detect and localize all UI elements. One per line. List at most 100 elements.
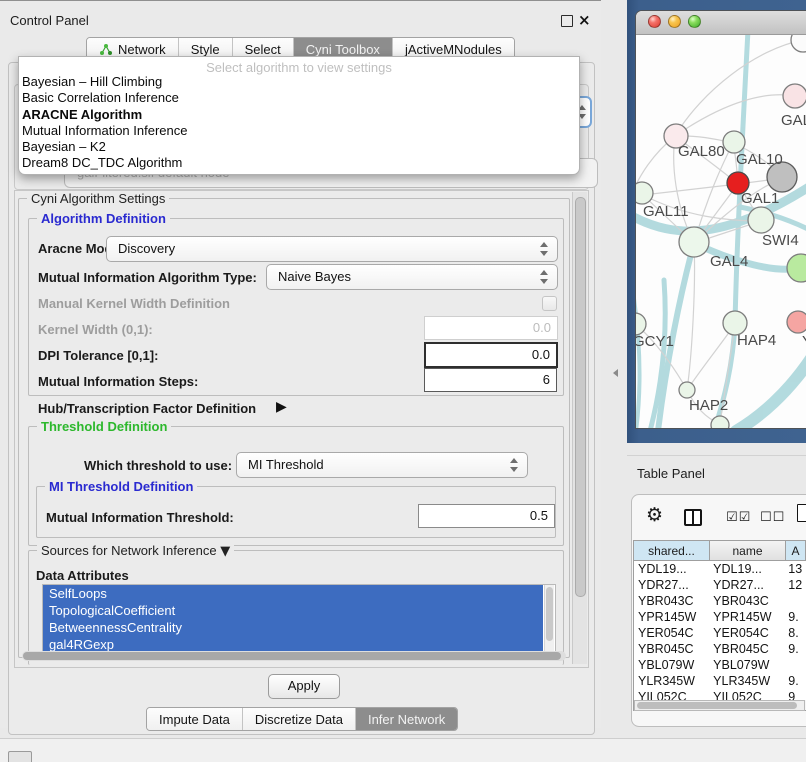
- sources-title-text: Sources for Network Inference: [41, 543, 217, 558]
- tab-style-label: Style: [191, 42, 220, 57]
- node-gal11[interactable]: [636, 182, 653, 204]
- panel-splitter-handle[interactable]: [613, 369, 618, 377]
- node-unlabeled[interactable]: [791, 35, 806, 52]
- manual-kernel-label: Manual Kernel Width Definition: [38, 296, 230, 311]
- kernel-width-input[interactable]: 0.0: [424, 316, 558, 340]
- select-all-columns-icon[interactable]: ☑☑: [726, 510, 751, 525]
- aracne-mode-value: Discovery: [118, 241, 175, 256]
- status-strip: [0, 738, 806, 762]
- cyni-algorithm-settings-title: Cyni Algorithm Settings: [27, 191, 169, 206]
- hub-expand-icon[interactable]: ▶: [276, 399, 287, 415]
- tab-infer-network-label: Infer Network: [368, 712, 445, 727]
- zoom-traffic-light-icon[interactable]: [688, 15, 701, 28]
- which-threshold-select[interactable]: MI Threshold: [236, 452, 528, 478]
- mi-threshold-input[interactable]: 0.5: [418, 504, 555, 528]
- label-gal10: GAL10: [736, 151, 783, 168]
- dropdown-item-dream8[interactable]: Dream8 DC_TDC Algorithm: [19, 155, 579, 171]
- label-hap4: HAP4: [737, 332, 776, 349]
- combo-arrows-icon: [540, 242, 549, 256]
- tab-impute-data[interactable]: Impute Data: [147, 708, 242, 730]
- tab-discretize-data-label: Discretize Data: [255, 712, 343, 727]
- dpi-tolerance-label: DPI Tolerance [0,1]:: [38, 348, 158, 363]
- tab-infer-network[interactable]: Infer Network: [355, 708, 457, 730]
- tab-discretize-data[interactable]: Discretize Data: [242, 708, 355, 730]
- label-gal1: GAL1: [741, 190, 779, 207]
- which-threshold-label: Which threshold to use:: [84, 458, 232, 473]
- bottom-stub-button[interactable]: [8, 751, 32, 762]
- tab-select-label: Select: [245, 42, 281, 57]
- dropdown-item-aracne[interactable]: ARACNE Algorithm: [19, 107, 579, 123]
- network-view-window: GAL GAL80 GAL10 GAL1 GAL11 SWI4 GAL4 GCY…: [635, 10, 806, 429]
- bottom-tabbar: Impute Data Discretize Data Infer Networ…: [146, 707, 458, 731]
- threshold-definition-title: Threshold Definition: [37, 419, 171, 434]
- mi-steps-input[interactable]: 6: [424, 368, 557, 392]
- aracne-mode-select[interactable]: Discovery: [106, 236, 558, 262]
- dropdown-prompt: Select algorithm to view settings: [19, 57, 579, 74]
- document-icon[interactable]: [797, 504, 806, 522]
- scrollbar-thumb[interactable]: [546, 587, 553, 641]
- mi-type-value: Naive Bayes: [278, 269, 351, 284]
- combo-arrows-icon: [540, 270, 549, 284]
- node-gal[interactable]: [783, 84, 806, 108]
- label-gal11: GAL11: [643, 203, 689, 220]
- list-vertical-scrollbar[interactable]: [544, 585, 554, 652]
- dropdown-item-bayesian-k2[interactable]: Bayesian – K2: [19, 139, 579, 155]
- mi-steps-label: Mutual Information Steps:: [38, 374, 198, 389]
- table-horizontal-scrollbar[interactable]: [634, 700, 805, 711]
- which-threshold-value: MI Threshold: [248, 457, 324, 472]
- node-bottom[interactable]: [711, 416, 729, 429]
- table-frame: [633, 540, 806, 711]
- tab-impute-data-label: Impute Data: [159, 712, 230, 727]
- node-gal4[interactable]: [679, 227, 709, 257]
- tab-jactivemnodules-label: jActiveMNodules: [405, 42, 502, 57]
- dpi-tolerance-input[interactable]: 0.0: [424, 342, 558, 368]
- dropdown-item-mutual-information[interactable]: Mutual Information Inference: [19, 123, 579, 139]
- sources-collapse-icon[interactable]: ▼: [220, 544, 230, 559]
- node-salmon[interactable]: [787, 311, 806, 333]
- network-window-titlebar[interactable]: [636, 11, 806, 35]
- node-hap2[interactable]: [679, 382, 695, 398]
- mi-threshold-label: Mutual Information Threshold:: [46, 510, 234, 525]
- node-gal1[interactable]: [748, 207, 774, 233]
- label-hap2: HAP2: [689, 397, 728, 414]
- close-icon[interactable]: ×: [578, 11, 591, 29]
- manual-kernel-checkbox[interactable]: [542, 296, 557, 311]
- scrollbar-thumb[interactable]: [23, 652, 561, 660]
- data-attributes-label: Data Attributes: [36, 568, 129, 583]
- tab-network-label: Network: [118, 42, 166, 57]
- list-item-betweennesscentrality[interactable]: BetweennessCentrality: [43, 619, 543, 636]
- network-icon: [99, 43, 113, 56]
- label-gal: GAL: [781, 112, 806, 129]
- dropdown-item-basic-correlation[interactable]: Basic Correlation Inference: [19, 90, 579, 106]
- label-gcy1: GCY1: [636, 333, 674, 350]
- algorithm-definition-title: Algorithm Definition: [37, 211, 170, 226]
- label-swi4: SWI4: [762, 232, 799, 249]
- combo-arrows-icon: [510, 458, 519, 472]
- apply-button[interactable]: Apply: [268, 674, 340, 699]
- node-gal10[interactable]: [723, 131, 745, 153]
- gear-icon[interactable]: ⚙: [646, 504, 663, 526]
- settings-vertical-scrollbar[interactable]: [572, 192, 587, 664]
- close-traffic-light-icon[interactable]: [648, 15, 661, 28]
- data-attributes-list: SelfLoops TopologicalCoefficient Between…: [42, 584, 556, 655]
- scrollbar-thumb[interactable]: [637, 702, 797, 709]
- unselect-all-columns-icon[interactable]: ☐☐: [760, 510, 785, 525]
- list-item-topologicalcoefficient[interactable]: TopologicalCoefficient: [43, 602, 543, 619]
- list-item-selfloops[interactable]: SelfLoops: [43, 585, 543, 602]
- tab-cyni-toolbox-label: Cyni Toolbox: [306, 42, 380, 57]
- split-columns-icon[interactable]: [684, 509, 702, 526]
- sources-title: Sources for Network Inference ▼: [37, 543, 234, 559]
- mi-threshold-definition-title: MI Threshold Definition: [45, 479, 197, 494]
- dropdown-item-bayesian-hill-climbing[interactable]: Bayesian – Hill Climbing: [19, 74, 579, 90]
- node-swi4[interactable]: [787, 254, 806, 282]
- mi-type-select[interactable]: Naive Bayes: [266, 264, 558, 290]
- label-gal4: GAL4: [710, 253, 748, 270]
- settings-horizontal-scrollbar[interactable]: [22, 651, 566, 661]
- hub-definition-label: Hub/Transcription Factor Definition: [38, 401, 256, 416]
- network-canvas[interactable]: GAL GAL80 GAL10 GAL1 GAL11 SWI4 GAL4 GCY…: [636, 35, 806, 429]
- minimize-traffic-light-icon[interactable]: [668, 15, 681, 28]
- screen: Control Panel × Network Style Select Cyn…: [0, 0, 806, 762]
- scrollbar-thumb[interactable]: [575, 197, 586, 597]
- table-panel-title: Table Panel: [637, 466, 705, 481]
- float-window-icon[interactable]: [561, 15, 573, 27]
